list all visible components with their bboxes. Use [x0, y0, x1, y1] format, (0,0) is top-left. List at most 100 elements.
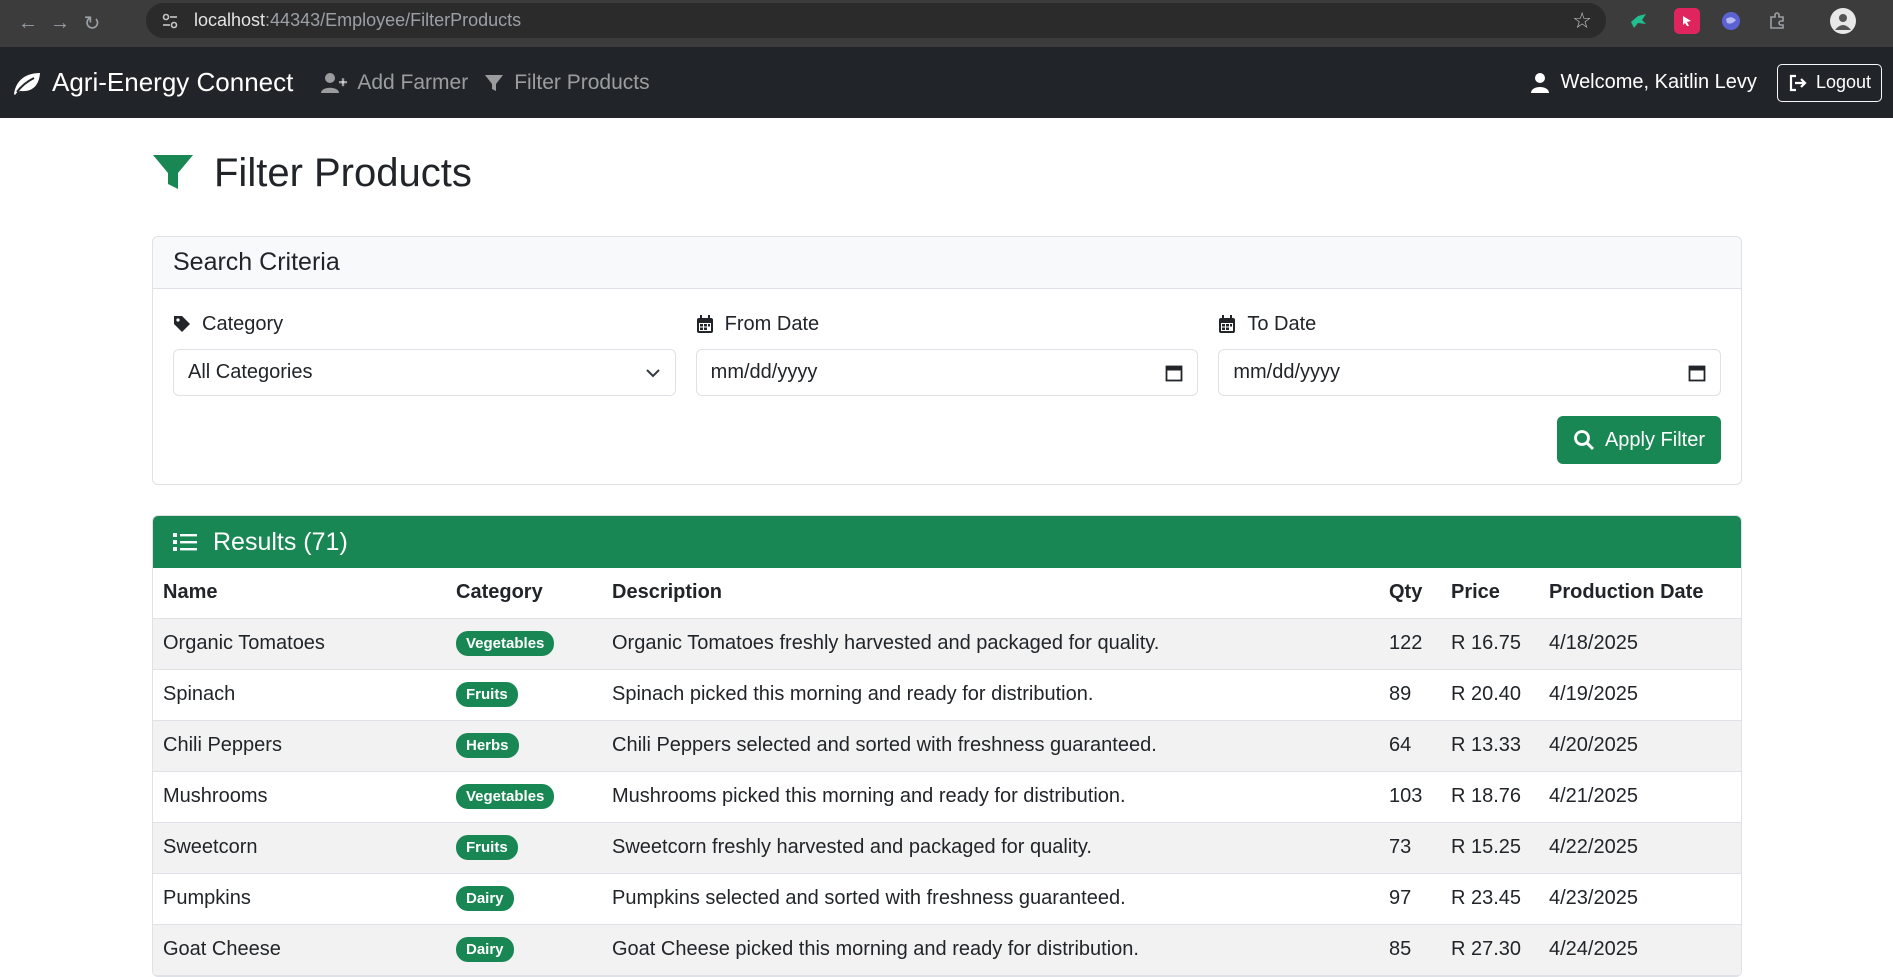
url-text: localhost:44343/Employee/FilterProducts [194, 10, 522, 30]
address-bar[interactable]: localhost:44343/Employee/FilterProducts … [146, 3, 1606, 38]
cell-name: Pumpkins [153, 873, 446, 925]
site-settings-icon[interactable] [160, 11, 180, 31]
table-row: Goat Cheese Dairy Goat Cheese picked thi… [153, 924, 1741, 976]
table-row: Spinach Fruits Spinach picked this morni… [153, 669, 1741, 721]
table-header-row: Name Category Description Qty Price Prod… [153, 568, 1741, 619]
cell-date: 4/21/2025 [1539, 771, 1741, 823]
cell-price: R 18.76 [1441, 771, 1539, 823]
to-date-label: To Date [1218, 311, 1721, 337]
forward-icon[interactable]: → [44, 8, 76, 40]
table-row: Mushrooms Vegetables Mushrooms picked th… [153, 771, 1741, 823]
cell-date: 4/19/2025 [1539, 669, 1741, 721]
cell-qty: 103 [1379, 771, 1441, 823]
category-select-value: All Categories [188, 361, 313, 383]
cell-description: Chili Peppers selected and sorted with f… [602, 720, 1379, 772]
main-content: Filter Products Search Criteria Category… [152, 118, 1742, 977]
calendar-picker-icon[interactable] [1165, 364, 1183, 382]
apply-filter-label: Apply Filter [1604, 428, 1705, 451]
cell-qty: 97 [1379, 873, 1441, 925]
table-row: Organic Tomatoes Vegetables Organic Toma… [153, 618, 1741, 670]
cell-description: Goat Cheese picked this morning and read… [602, 924, 1379, 976]
cell-name: Organic Tomatoes [153, 618, 446, 670]
category-badge: Vegetables [456, 631, 555, 656]
cell-date: 4/22/2025 [1539, 822, 1741, 874]
cell-price: R 13.33 [1441, 720, 1539, 772]
from-date-label: From Date [696, 311, 1199, 337]
table-row: Chili Peppers Herbs Chili Peppers select… [153, 720, 1741, 772]
cell-date: 4/24/2025 [1539, 924, 1741, 976]
col-header-qty[interactable]: Qty [1379, 568, 1441, 619]
leaf-icon [14, 72, 40, 95]
cell-price: R 15.25 [1441, 822, 1539, 874]
table-row: Sweetcorn Fruits Sweetcorn freshly harve… [153, 822, 1741, 874]
from-date-value: mm/dd/yyyy [710, 361, 818, 383]
nav-filter-products-label: Filter Products [514, 70, 650, 94]
col-header-category[interactable]: Category [446, 568, 602, 619]
extensions-puzzle-icon[interactable] [1764, 8, 1790, 34]
col-header-price[interactable]: Price [1441, 568, 1539, 619]
brand-text: Agri-Energy Connect [52, 67, 294, 97]
nav-filter-products[interactable]: Filter Products [484, 70, 650, 95]
col-header-production-date[interactable]: Production Date [1539, 568, 1741, 619]
chevron-down-icon [645, 368, 660, 377]
col-header-description[interactable]: Description [602, 568, 1379, 619]
app-navbar: Agri-Energy Connect Add Farmer Filter Pr… [0, 47, 1893, 118]
user-plus-icon [321, 72, 348, 93]
cell-qty: 122 [1379, 618, 1441, 670]
extension-globe-icon[interactable] [1718, 8, 1744, 34]
cell-description: Organic Tomatoes freshly harvested and p… [602, 618, 1379, 670]
cell-name: Sweetcorn [153, 822, 446, 874]
logout-button[interactable]: Logout [1776, 63, 1882, 102]
extension-cursor-icon[interactable] [1674, 8, 1700, 34]
cell-name: Spinach [153, 669, 446, 721]
cell-name: Goat Cheese [153, 924, 446, 976]
cell-description: Pumpkins selected and sorted with freshn… [602, 873, 1379, 925]
search-criteria-card: Search Criteria Category All Categories [152, 236, 1742, 485]
category-badge: Fruits [456, 835, 518, 860]
welcome-user: Welcome, Kaitlin Levy [1530, 71, 1757, 94]
brand-link[interactable]: Agri-Energy Connect [12, 67, 293, 98]
cell-date: 4/23/2025 [1539, 873, 1741, 925]
apply-filter-button[interactable]: Apply Filter [1556, 416, 1721, 464]
back-icon[interactable]: ← [12, 8, 44, 40]
cell-qty: 64 [1379, 720, 1441, 772]
from-date-input[interactable]: mm/dd/yyyy [695, 349, 1199, 396]
results-card: Results (71) Name Category Description Q… [152, 515, 1742, 977]
profile-avatar[interactable] [1830, 8, 1856, 34]
results-title: Results (71) [213, 527, 348, 556]
category-select[interactable]: All Categories [173, 349, 676, 396]
filter-icon [485, 74, 504, 91]
filter-icon [153, 155, 193, 189]
logout-icon [1789, 74, 1807, 91]
bookmark-star-icon[interactable]: ☆ [1572, 8, 1592, 34]
results-header: Results (71) [153, 516, 1741, 568]
calendar-icon [696, 314, 713, 333]
to-date-input[interactable]: mm/dd/yyyy [1218, 349, 1722, 396]
category-label: Category [173, 311, 676, 337]
page-title-text: Filter Products [214, 150, 472, 195]
cell-price: R 16.75 [1441, 618, 1539, 670]
cell-name: Chili Peppers [153, 720, 446, 772]
reload-icon[interactable]: ↻ [76, 8, 108, 40]
category-badge: Herbs [456, 733, 519, 758]
calendar-picker-icon[interactable] [1688, 364, 1706, 382]
nav-add-farmer-label: Add Farmer [357, 70, 469, 94]
to-date-value: mm/dd/yyyy [1233, 361, 1341, 383]
nav-add-farmer[interactable]: Add Farmer [321, 71, 468, 95]
category-badge: Vegetables [456, 784, 555, 809]
category-badge: Dairy [456, 886, 514, 911]
results-table: Name Category Description Qty Price Prod… [153, 568, 1741, 976]
cell-description: Spinach picked this morning and ready fo… [602, 669, 1379, 721]
page-title: Filter Products [152, 148, 1742, 198]
cell-price: R 23.45 [1441, 873, 1539, 925]
calendar-icon [1219, 314, 1236, 333]
cell-qty: 73 [1379, 822, 1441, 874]
logout-label: Logout [1815, 72, 1871, 92]
cell-description: Mushrooms picked this morning and ready … [602, 771, 1379, 823]
extension-bird-icon[interactable] [1626, 8, 1652, 34]
cell-price: R 27.30 [1441, 924, 1539, 976]
welcome-text: Welcome, Kaitlin Levy [1560, 71, 1757, 93]
col-header-name[interactable]: Name [153, 568, 446, 619]
cell-description: Sweetcorn freshly harvested and packaged… [602, 822, 1379, 874]
cell-qty: 89 [1379, 669, 1441, 721]
